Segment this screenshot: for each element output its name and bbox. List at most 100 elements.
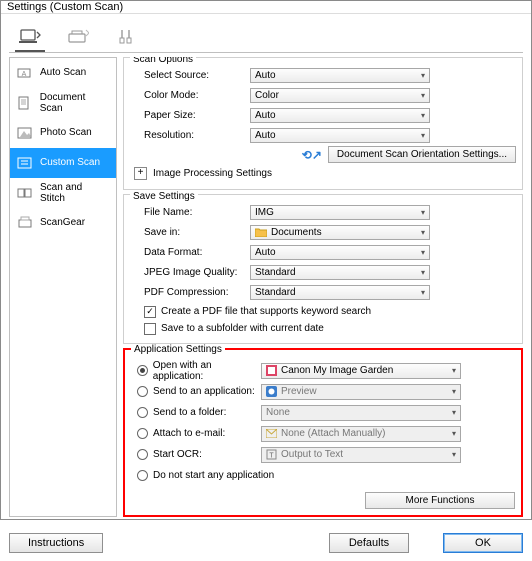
group-scan-options: Scan Options Select Source: Auto▾ Color … xyxy=(123,57,523,190)
chevron-down-icon: ▾ xyxy=(421,91,425,100)
document-scan-icon xyxy=(16,95,34,111)
more-functions-button[interactable]: More Functions xyxy=(365,492,515,509)
group-title: Scan Options xyxy=(130,57,196,65)
window-title: Settings (Custom Scan) xyxy=(7,1,123,13)
chevron-down-icon: ▾ xyxy=(452,408,456,417)
radio-label: Open with an application: xyxy=(153,360,261,382)
footer: Instructions Defaults OK xyxy=(9,533,523,553)
filename-combo[interactable]: IMG▾ xyxy=(250,205,430,220)
checkbox-subfolder-date[interactable] xyxy=(144,323,156,335)
title-bar: Settings (Custom Scan) xyxy=(1,1,531,14)
radio-label: Send to an application: xyxy=(153,386,255,397)
orientation-settings-button[interactable]: Document Scan Orientation Settings... xyxy=(328,146,516,163)
radio-start-ocr[interactable] xyxy=(137,449,148,460)
stitch-icon xyxy=(16,185,34,201)
chevron-down-icon: ▾ xyxy=(452,450,456,459)
select-source-combo[interactable]: Auto▾ xyxy=(250,68,430,83)
chevron-down-icon: ▾ xyxy=(452,366,456,375)
pdfcomp-label: PDF Compression: xyxy=(130,287,250,298)
sidebar: A Auto Scan Document Scan Photo Scan Cus… xyxy=(9,57,117,517)
sidebar-item-scan-stitch[interactable]: Scan and Stitch xyxy=(10,178,116,208)
sidebar-item-label: ScanGear xyxy=(40,217,85,228)
instructions-button[interactable]: Instructions xyxy=(9,533,103,553)
ocr-icon: T xyxy=(266,449,277,460)
radio-label: Attach to e-mail: xyxy=(153,428,225,439)
group-save-settings: Save Settings File Name: IMG▾ Save in: D… xyxy=(123,194,523,344)
radio-do-not-start[interactable] xyxy=(137,470,148,481)
defaults-button[interactable]: Defaults xyxy=(329,533,409,553)
chevron-down-icon: ▾ xyxy=(421,71,425,80)
paper-size-label: Paper Size: xyxy=(130,110,250,121)
jpeg-label: JPEG Image Quality: xyxy=(130,267,250,278)
radio-attach-email[interactable] xyxy=(137,428,148,439)
auto-scan-icon: A xyxy=(16,65,34,81)
mail-icon xyxy=(266,429,277,438)
chevron-down-icon: ▾ xyxy=(421,131,425,140)
radio-send-app[interactable] xyxy=(137,386,148,397)
attach-email-combo[interactable]: None (Attach Manually)▾ xyxy=(261,426,461,442)
checkbox-keyword-pdf[interactable]: ✓ xyxy=(144,306,156,318)
send-folder-combo[interactable]: None▾ xyxy=(261,405,461,421)
open-app-combo[interactable]: Canon My Image Garden▾ xyxy=(261,363,461,379)
app-icon xyxy=(266,365,277,376)
scangear-icon xyxy=(16,215,34,231)
chevron-down-icon: ▾ xyxy=(452,387,456,396)
color-mode-combo[interactable]: Color▾ xyxy=(250,88,430,103)
resolution-label: Resolution: xyxy=(130,130,250,141)
jpeg-combo[interactable]: Standard▾ xyxy=(250,265,430,280)
chevron-down-icon: ▾ xyxy=(421,208,425,217)
pdfcomp-combo[interactable]: Standard▾ xyxy=(250,285,430,300)
select-source-label: Select Source: xyxy=(130,70,250,81)
sidebar-item-label: Custom Scan xyxy=(40,157,100,168)
chevron-down-icon: ▾ xyxy=(421,111,425,120)
sidebar-item-photo-scan[interactable]: Photo Scan xyxy=(10,118,116,148)
radio-send-folder[interactable] xyxy=(137,407,148,418)
dataformat-label: Data Format: xyxy=(130,247,250,258)
send-app-combo[interactable]: Preview▾ xyxy=(261,384,461,400)
group-title: Save Settings xyxy=(130,191,198,202)
tab-scan-from-panel[interactable] xyxy=(63,24,93,52)
svg-text:A: A xyxy=(22,71,27,78)
chevron-down-icon: ▾ xyxy=(421,248,425,257)
color-mode-label: Color Mode: xyxy=(130,90,250,101)
top-tab-bar xyxy=(9,20,523,53)
sidebar-item-scangear[interactable]: ScanGear xyxy=(10,208,116,238)
ok-button[interactable]: OK xyxy=(443,533,523,553)
refresh-icon[interactable]: ⟲↗ xyxy=(302,148,322,162)
folder-icon xyxy=(255,226,267,238)
group-title: Application Settings xyxy=(131,344,225,355)
dataformat-combo[interactable]: Auto▾ xyxy=(250,245,430,260)
plus-icon: + xyxy=(134,167,147,180)
resolution-combo[interactable]: Auto▾ xyxy=(250,128,430,143)
filename-label: File Name: xyxy=(130,207,250,218)
sidebar-item-label: Document Scan xyxy=(40,92,110,114)
sidebar-item-document-scan[interactable]: Document Scan xyxy=(10,88,116,118)
image-processing-expander[interactable]: + Image Processing Settings xyxy=(130,163,516,183)
image-processing-label: Image Processing Settings xyxy=(153,168,272,179)
tab-scan-from-computer[interactable] xyxy=(15,24,45,52)
checkbox-label: Save to a subfolder with current date xyxy=(161,323,324,334)
radio-label: Do not start any application xyxy=(153,470,274,481)
group-application-settings: Application Settings Open with an applic… xyxy=(123,348,523,517)
paper-size-combo[interactable]: Auto▾ xyxy=(250,108,430,123)
photo-scan-icon xyxy=(16,125,34,141)
checkbox-label: Create a PDF file that supports keyword … xyxy=(161,306,371,317)
savein-label: Save in: xyxy=(130,227,250,238)
radio-label: Start OCR: xyxy=(153,449,202,460)
sidebar-item-label: Auto Scan xyxy=(40,67,86,78)
svg-text:T: T xyxy=(269,453,274,460)
sidebar-item-label: Photo Scan xyxy=(40,127,92,138)
chevron-down-icon: ▾ xyxy=(421,288,425,297)
sidebar-item-auto-scan[interactable]: A Auto Scan xyxy=(10,58,116,88)
radio-label: Send to a folder: xyxy=(153,407,226,418)
radio-open-app[interactable] xyxy=(137,365,148,376)
chevron-down-icon: ▾ xyxy=(421,268,425,277)
start-ocr-combo[interactable]: TOutput to Text▾ xyxy=(261,447,461,463)
sidebar-item-label: Scan and Stitch xyxy=(40,182,110,204)
tab-general-settings[interactable] xyxy=(111,24,141,52)
chevron-down-icon: ▾ xyxy=(421,228,425,237)
savein-combo[interactable]: Documents▾ xyxy=(250,225,430,240)
preview-icon xyxy=(266,386,277,397)
custom-scan-icon xyxy=(16,155,34,171)
sidebar-item-custom-scan[interactable]: Custom Scan xyxy=(10,148,116,178)
